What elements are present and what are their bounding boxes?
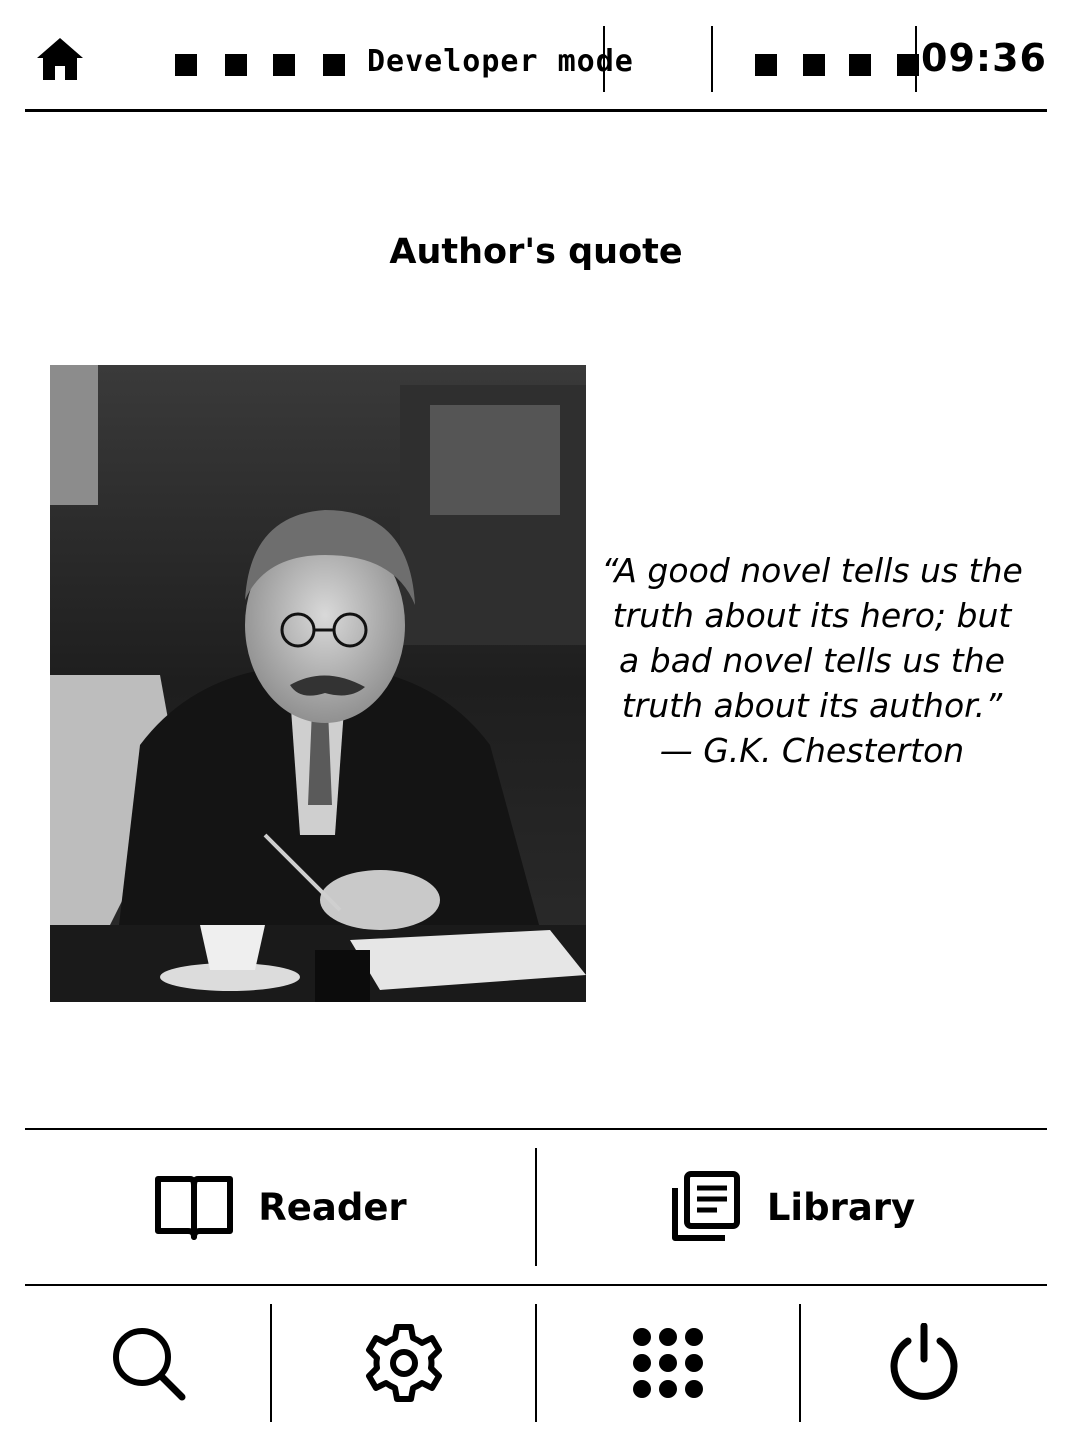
library-label: Library xyxy=(766,1185,916,1229)
power-button[interactable] xyxy=(801,1288,1047,1438)
home-button[interactable] xyxy=(35,36,85,82)
author-portrait-image xyxy=(50,365,586,1002)
quote-text: “A good novel tells us the truth about i… xyxy=(601,551,1023,725)
reader-button[interactable]: Reader xyxy=(25,1131,536,1283)
author-portrait xyxy=(50,365,586,1002)
settings-button[interactable] xyxy=(272,1288,535,1438)
glitch-block xyxy=(225,54,247,76)
glitch-block xyxy=(175,54,197,76)
glitch-block xyxy=(323,54,345,76)
gear-icon xyxy=(365,1324,442,1402)
search-icon xyxy=(112,1328,185,1401)
home-icon xyxy=(37,38,83,80)
library-button[interactable]: Library xyxy=(537,1131,1047,1283)
developer-mode-label: Developer mode xyxy=(367,44,634,79)
status-bar: Developer mode 09:36 xyxy=(25,0,1047,112)
status-divider xyxy=(915,26,917,92)
glitch-block xyxy=(803,54,825,76)
glitch-block xyxy=(755,54,777,76)
book-open-icon xyxy=(155,1176,234,1240)
quote-attribution: — G.K. Chesterton xyxy=(659,731,965,770)
apps-button[interactable] xyxy=(537,1288,799,1438)
divider xyxy=(25,1284,1047,1286)
divider xyxy=(25,1128,1047,1130)
status-divider xyxy=(603,26,605,92)
page-title: Author's quote xyxy=(389,232,683,272)
developer-mode-indicator: Developer mode xyxy=(175,26,919,92)
search-button[interactable] xyxy=(25,1288,270,1438)
status-divider xyxy=(711,26,713,92)
reader-label: Reader xyxy=(258,1185,407,1229)
glitch-block xyxy=(273,54,295,76)
author-quote: “A good novel tells us the truth about i… xyxy=(600,548,1024,773)
glitch-block xyxy=(849,54,871,76)
clock: 09:36 xyxy=(921,36,1047,80)
apps-grid-icon xyxy=(633,1328,703,1398)
power-icon xyxy=(890,1323,958,1400)
library-icon xyxy=(671,1171,740,1241)
